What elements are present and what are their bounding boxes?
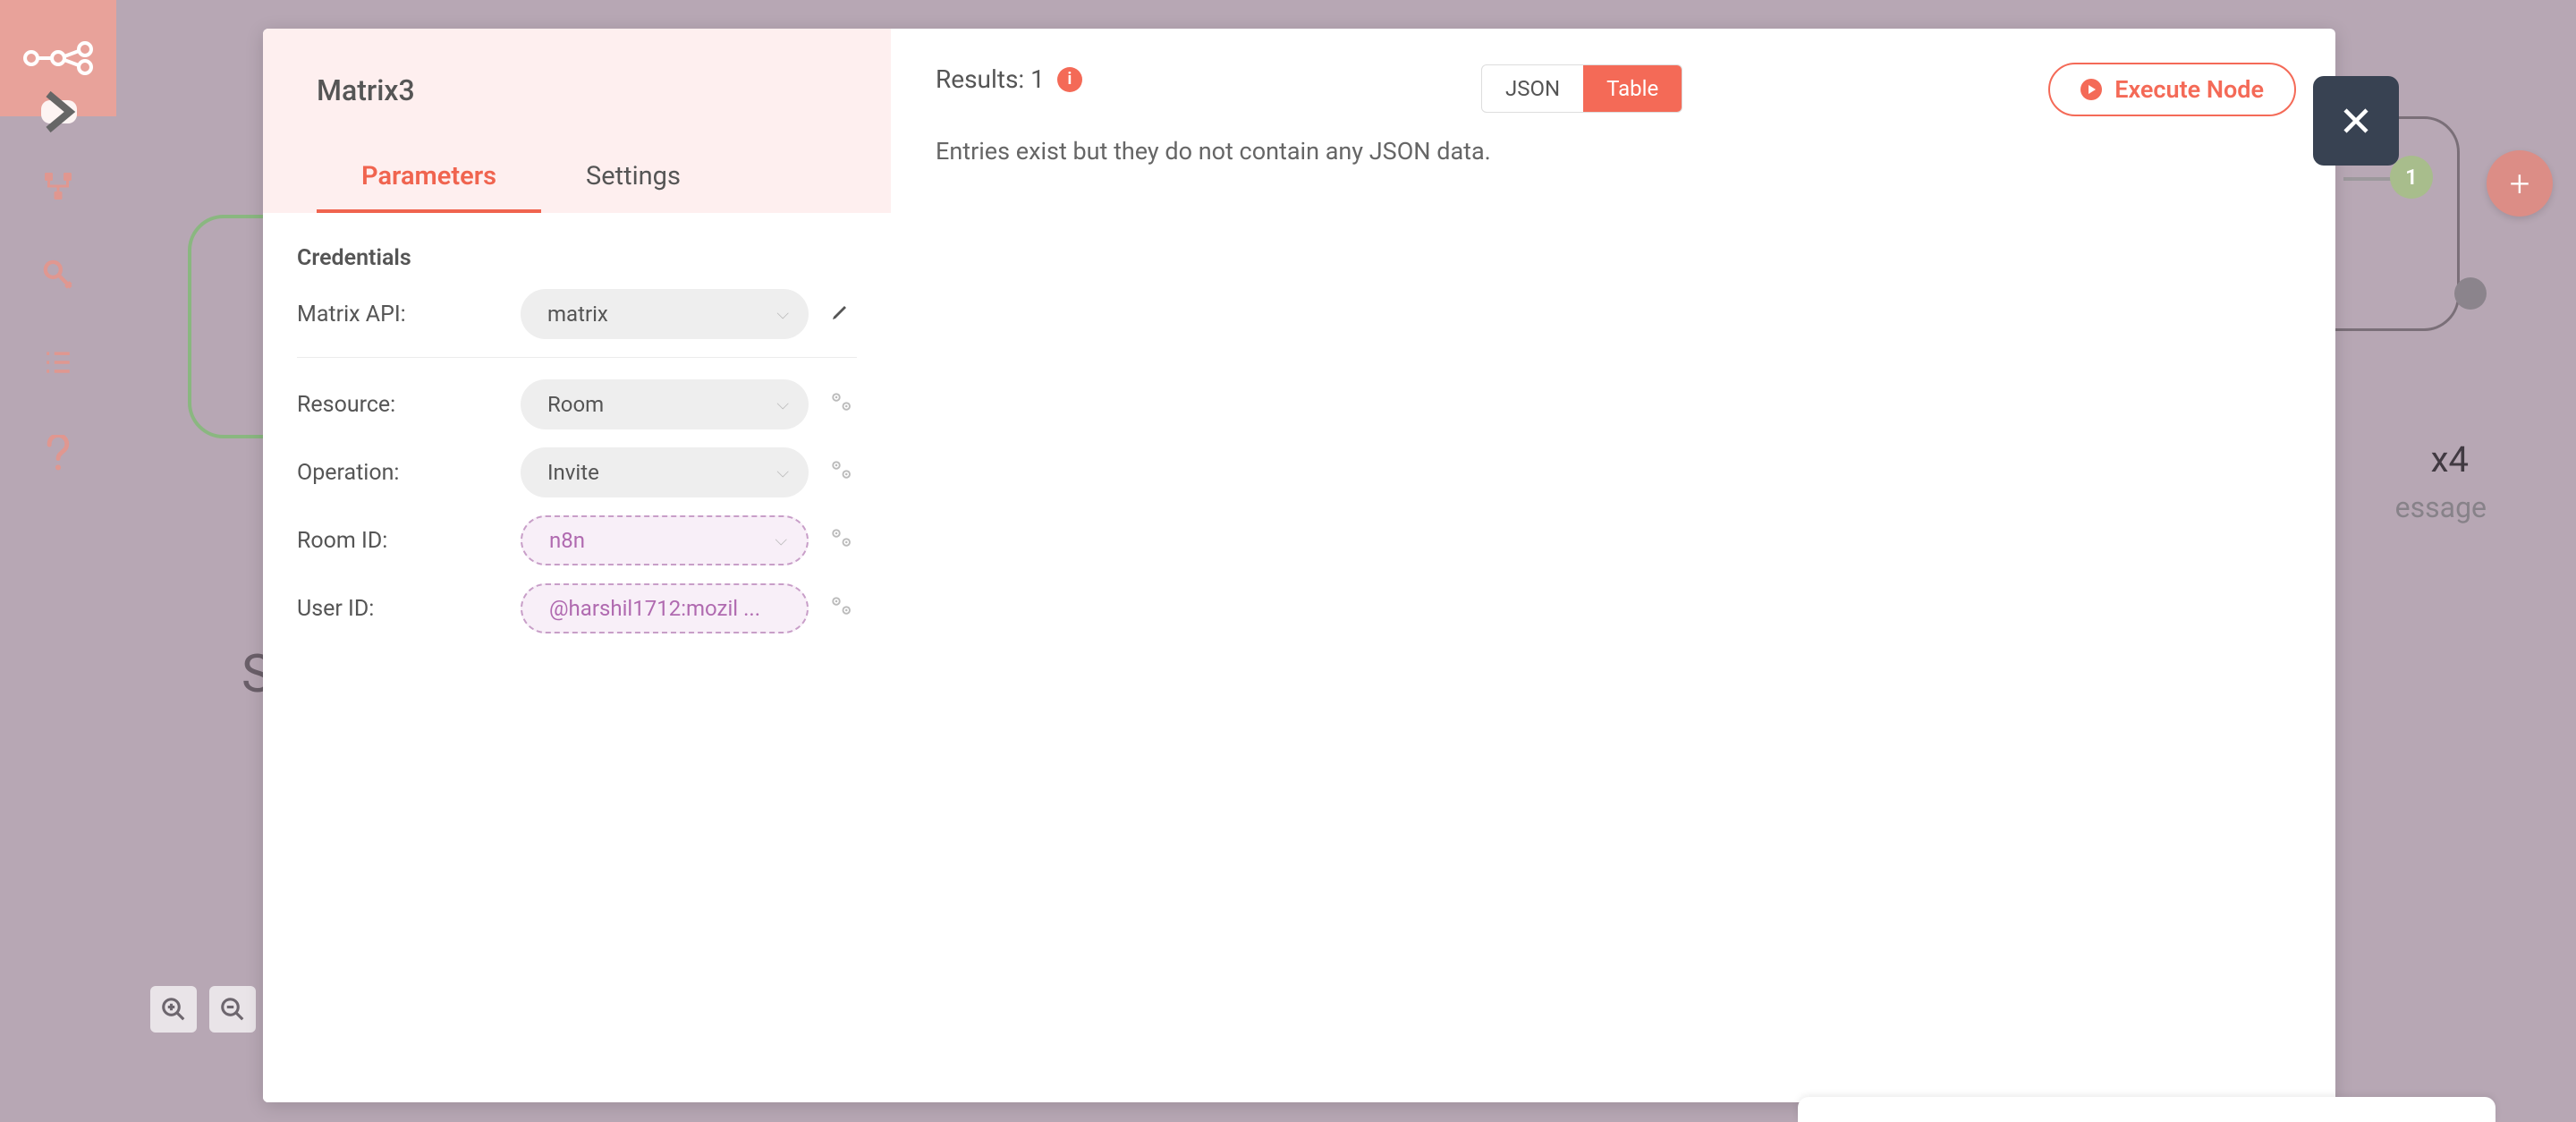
resource-select[interactable]: Room ⌵ [521, 379, 809, 429]
chevron-right-icon [41, 89, 77, 134]
param-label-operation: Operation: [297, 460, 521, 486]
tab-settings[interactable]: Settings [541, 143, 725, 213]
divider [297, 357, 857, 358]
gears-icon [827, 456, 854, 483]
node-editor-modal: Matrix3 Parameters Settings Credentials … [263, 29, 2335, 1102]
parameters-body: Credentials Matrix API: matrix ⌵ Resourc… [263, 213, 891, 1102]
credentials-header: Credentials [297, 245, 857, 271]
gears-icon [827, 592, 854, 619]
param-row-room-id: Room ID: n8n ⌵ [297, 515, 857, 565]
pencil-icon [830, 301, 852, 322]
workflows-icon[interactable] [42, 170, 74, 209]
results-panel: Results: 1 i JSON Table Execute Node Ent… [891, 29, 2335, 1102]
execute-node-button[interactable]: Execute Node [2048, 63, 2296, 116]
results-count: Results: 1 [936, 64, 1045, 94]
canvas-node-matrix4-title: x4 [2431, 438, 2469, 480]
execute-node-label: Execute Node [2114, 75, 2264, 104]
executions-icon[interactable] [43, 347, 73, 385]
zoom-controls [150, 986, 256, 1033]
panel-tabs: Parameters Settings [317, 143, 837, 213]
chevron-down-icon: ⌵ [775, 531, 787, 550]
canvas-node-matrix4-subtitle: essage [2395, 490, 2487, 524]
resource-options-button[interactable] [825, 388, 857, 421]
results-info-icon[interactable]: i [1057, 67, 1082, 92]
view-toggle: JSON Table [1481, 64, 1682, 113]
zoom-in-button[interactable] [150, 986, 197, 1033]
play-icon [2080, 79, 2102, 100]
canvas-node-output-port [2454, 277, 2487, 310]
gears-icon [827, 388, 854, 415]
param-label-matrix-api: Matrix API: [297, 302, 521, 327]
operation-value: Invite [547, 460, 599, 485]
panel-header: Matrix3 Parameters Settings [263, 29, 891, 213]
edit-credential-button[interactable] [825, 301, 857, 328]
close-icon [2340, 105, 2372, 137]
app-logo[interactable] [0, 0, 116, 116]
matrix-api-value: matrix [547, 302, 608, 327]
param-row-resource: Resource: Room ⌵ [297, 379, 857, 429]
user-id-value: @harshil1712:mozil ... [549, 596, 760, 621]
chevron-down-icon: ⌵ [776, 395, 789, 414]
sidebar-expand-button[interactable] [41, 100, 77, 123]
user-id-options-button[interactable] [825, 592, 857, 625]
view-json-button[interactable]: JSON [1482, 65, 1583, 112]
zoom-out-icon [219, 996, 246, 1023]
param-row-user-id: User ID: @harshil1712:mozil ... [297, 583, 857, 633]
app-sidebar [0, 0, 116, 1122]
view-table-button[interactable]: Table [1583, 65, 1682, 112]
param-label-user-id: User ID: [297, 596, 521, 622]
param-row-matrix-api: Matrix API: matrix ⌵ [297, 289, 857, 339]
room-id-select[interactable]: n8n ⌵ [521, 515, 809, 565]
close-modal-button[interactable] [2313, 76, 2399, 166]
zoom-out-button[interactable] [209, 986, 256, 1033]
parameters-panel: Matrix3 Parameters Settings Credentials … [263, 29, 891, 1102]
node-title: Matrix3 [317, 73, 837, 107]
help-icon[interactable] [45, 435, 72, 480]
room-id-value: n8n [549, 528, 585, 553]
param-label-resource: Resource: [297, 392, 521, 418]
n8n-logo-icon [22, 36, 94, 81]
resource-value: Room [547, 392, 604, 417]
operation-select[interactable]: Invite ⌵ [521, 447, 809, 497]
chevron-down-icon: ⌵ [776, 463, 789, 482]
gears-icon [827, 524, 854, 551]
tab-parameters[interactable]: Parameters [317, 143, 541, 213]
zoom-in-icon [160, 996, 187, 1023]
param-row-operation: Operation: Invite ⌵ [297, 447, 857, 497]
chevron-down-icon: ⌵ [776, 305, 789, 324]
credentials-icon[interactable] [43, 259, 73, 297]
results-empty-message: Entries exist but they do not contain an… [936, 137, 2291, 166]
bottom-panel-peek [1798, 1097, 2496, 1122]
sidebar-nav [42, 170, 74, 480]
user-id-input[interactable]: @harshil1712:mozil ... [521, 583, 809, 633]
matrix-api-select[interactable]: matrix ⌵ [521, 289, 809, 339]
param-label-room-id: Room ID: [297, 528, 521, 554]
room-id-options-button[interactable] [825, 524, 857, 557]
operation-options-button[interactable] [825, 456, 857, 489]
add-node-button[interactable]: + [2487, 150, 2553, 217]
